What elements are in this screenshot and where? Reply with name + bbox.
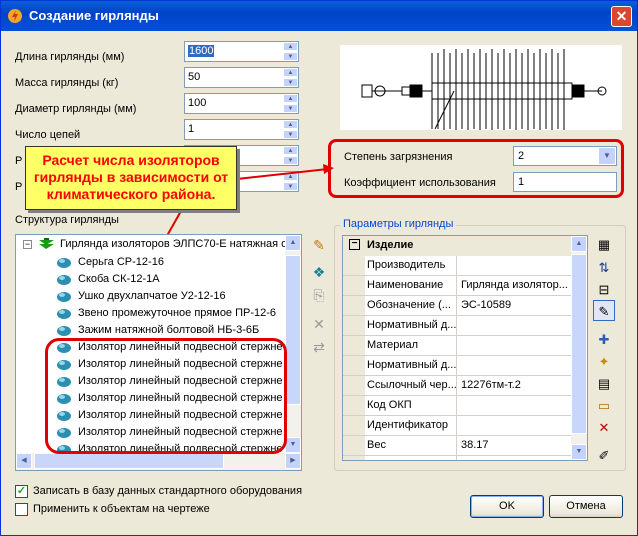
property-name: Материал	[365, 336, 457, 355]
property-name: Нормативный д...	[365, 356, 457, 375]
property-name: Вес	[365, 436, 457, 455]
insert-icon[interactable]: ❖	[311, 264, 327, 280]
component-icon	[57, 292, 71, 302]
tree-item-label: Серьга СР-12-16	[78, 256, 164, 268]
remove-prop-icon[interactable]: ✕	[593, 417, 615, 438]
tree-horizontal-scrollbar[interactable]: ◀ ▶	[16, 453, 301, 470]
property-value[interactable]: ЭС-10589	[459, 296, 573, 315]
property-value[interactable]	[459, 256, 573, 275]
property-name: Ссылочный чер...	[365, 376, 457, 395]
property-name	[365, 456, 457, 460]
property-value[interactable]	[459, 456, 573, 460]
component-icon	[57, 275, 71, 285]
tree-vertical-scrollbar[interactable]: ▲ ▼	[285, 235, 301, 453]
copy-icon[interactable]: ⎘	[311, 287, 327, 303]
edit-props-icon[interactable]: ✎	[593, 300, 615, 321]
callout-line2: гирлянды в зависимости от	[33, 169, 229, 185]
property-value[interactable]	[459, 416, 573, 435]
garland-icon	[39, 238, 54, 249]
callout-note: Расчет числа изоляторов гирлянды в завис…	[25, 146, 237, 210]
property-row[interactable]: Нормативный д...	[343, 356, 572, 376]
property-row[interactable]: Ссылочный чер... 12276тм-т.2	[343, 376, 572, 396]
add-prop-icon[interactable]: ✚	[593, 329, 615, 350]
scroll-thumb[interactable]	[285, 255, 301, 405]
property-row[interactable]: Обозначение (... ЭС-10589	[343, 296, 572, 316]
apply-objects-label: Применить к объектам на чертеже	[33, 503, 210, 515]
property-row[interactable]	[343, 456, 573, 460]
property-row[interactable]: Производитель	[343, 256, 572, 276]
tree-item-label: Звено промежуточное прямое ПР-12-6	[78, 307, 277, 319]
collapse-icon[interactable]: −	[23, 240, 32, 249]
property-row[interactable]: Наименование Гирлянда изолятор...	[343, 276, 572, 296]
property-row[interactable]: Нормативный д...	[343, 316, 572, 336]
property-name: Обозначение (...	[365, 296, 457, 315]
save-db-checkbox[interactable]: ✓	[15, 485, 28, 498]
component-icon	[57, 326, 71, 336]
scroll-left-icon[interactable]: ◀	[16, 453, 32, 469]
save-db-label: Записать в базу данных стандартного обор…	[33, 485, 303, 497]
grid-section: − Изделие	[343, 236, 572, 256]
property-row[interactable]: Вес 38.17	[343, 436, 572, 456]
pen-icon[interactable]: ✐	[593, 445, 615, 466]
property-name: Нормативный д...	[365, 316, 457, 335]
move-icon[interactable]: ⇄	[311, 339, 327, 355]
scroll-up-icon[interactable]: ▲	[285, 235, 301, 251]
property-name: Наименование	[365, 276, 457, 295]
tree-root-label: Гирлянда изоляторов ЭЛПС70-Е натяжная од	[60, 238, 294, 250]
scroll-down-icon[interactable]: ▼	[285, 437, 301, 453]
property-name: Код ОКП	[365, 396, 457, 415]
component-icon	[57, 258, 71, 268]
property-value[interactable]: 38.17	[459, 436, 573, 455]
hscroll-thumb[interactable]	[34, 453, 224, 469]
property-value[interactable]	[459, 336, 573, 355]
callout-line1: Расчет числа изоляторов	[42, 152, 220, 168]
scroll-up-icon[interactable]: ▲	[571, 236, 587, 252]
params-grid[interactable]: − Изделие Производитель Наименование Гирля…	[342, 235, 588, 461]
tree-item-label: Зажим натяжной болтовой НБ-3-6Б	[78, 324, 260, 336]
table-icon[interactable]: ▤	[593, 373, 615, 394]
section-label: Изделие	[367, 239, 414, 251]
folder-icon[interactable]: ▭	[593, 395, 615, 416]
property-row[interactable]: Материал	[343, 336, 572, 356]
highlight-box-insulators	[45, 338, 287, 454]
expand-collapse-icon[interactable]: ⊟	[593, 279, 615, 300]
scroll-right-icon[interactable]: ▶	[285, 453, 301, 469]
scroll-down-icon[interactable]: ▼	[571, 444, 587, 460]
property-row[interactable]: Код ОКП	[343, 396, 572, 416]
categorized-view-icon[interactable]: ▦	[593, 234, 615, 255]
callout-line3: климатического района.	[46, 186, 216, 202]
tree-item-label: Скоба СК-12-1А	[78, 273, 160, 285]
grid-vertical-scrollbar[interactable]: ▲ ▼	[571, 236, 587, 460]
delete-icon[interactable]: ✕	[311, 316, 327, 332]
property-name: Производитель	[365, 256, 457, 275]
add-element-icon[interactable]: ✎	[311, 237, 327, 253]
apply-objects-checkbox[interactable]	[15, 503, 28, 516]
property-value[interactable]: 12276тм-т.2	[459, 376, 573, 395]
ok-button[interactable]: OK	[470, 495, 544, 518]
property-value[interactable]	[459, 356, 573, 375]
dialog-window: Создание гирлянды ✕ Длина гирлянды (мм) …	[0, 0, 638, 536]
structure-label: Структура гирлянды	[15, 214, 119, 226]
params-title: Параметры гирлянды	[340, 218, 457, 230]
property-name: Идентификатор	[365, 416, 457, 435]
sort-az-icon[interactable]: ⇅	[593, 257, 615, 278]
tree-item-label: Ушко двухлапчатое У2-12-16	[78, 290, 226, 302]
property-value[interactable]	[459, 316, 573, 335]
new-prop-icon[interactable]: ✦	[593, 351, 615, 372]
scroll-thumb[interactable]	[571, 254, 587, 434]
component-icon	[57, 309, 71, 319]
property-row[interactable]: Идентификатор	[343, 416, 572, 436]
collapse-icon[interactable]: −	[349, 239, 360, 250]
property-value[interactable]	[459, 396, 573, 415]
property-value[interactable]: Гирлянда изолятор...	[459, 276, 573, 295]
cancel-button[interactable]: Отмена	[549, 495, 623, 518]
